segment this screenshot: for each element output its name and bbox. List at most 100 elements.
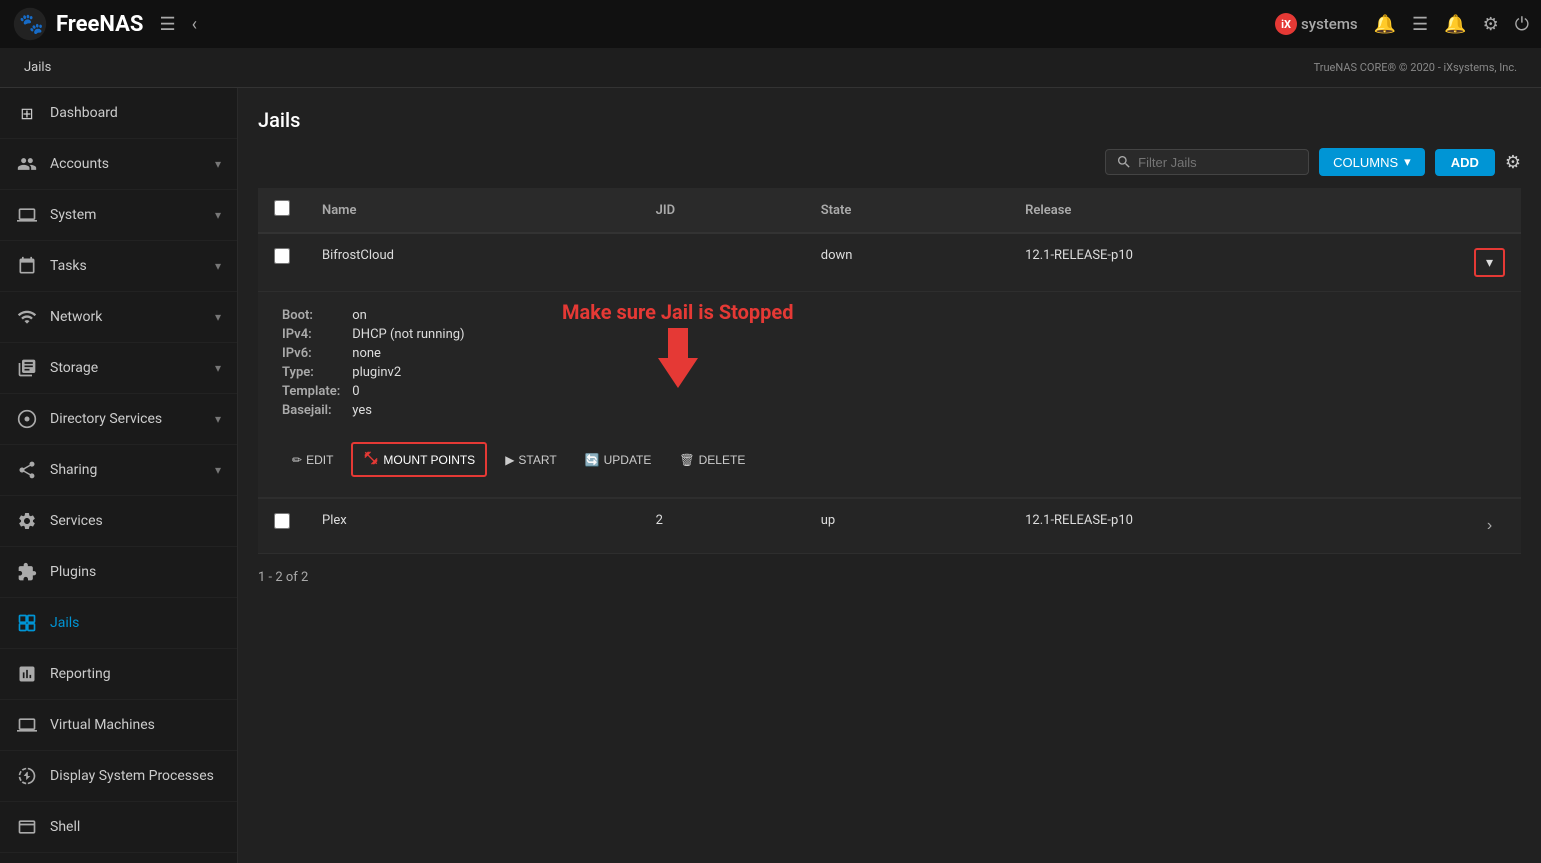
update-button[interactable]: 🔄 UPDATE <box>575 447 662 473</box>
row1-expand-button[interactable]: ▾ <box>1474 248 1505 277</box>
sidebar-label-directory-services: Directory Services <box>50 411 203 427</box>
ix-logo-circle: iX <box>1275 13 1297 35</box>
settings-icon[interactable]: ⚙ <box>1483 14 1499 35</box>
sidebar-item-directory-services[interactable]: Directory Services ▾ <box>0 394 237 445</box>
ipv4-label: IPv4: <box>282 327 340 342</box>
update-icon: 🔄 <box>585 453 600 467</box>
services-icon <box>16 510 38 532</box>
row2-release: 12.1-RELEASE-p10 <box>1009 499 1458 554</box>
edit-label: EDIT <box>306 453 333 467</box>
system-arrow: ▾ <box>215 208 221 222</box>
start-label: START <box>518 453 556 467</box>
top-navigation: 🐾 FreeNAS ☰ ‹ iX systems 🔔 ☰ 🔔 ⚙ ⏻ <box>0 0 1541 48</box>
reporting-icon <box>16 663 38 685</box>
sidebar-item-network[interactable]: Network ▾ <box>0 292 237 343</box>
basejail-value: yes <box>352 403 1497 418</box>
add-button[interactable]: ADD <box>1435 149 1495 176</box>
search-input[interactable] <box>1138 155 1298 170</box>
action-row: ✏ EDIT MOUNT POINTS <box>282 434 1497 481</box>
sidebar-item-shell[interactable]: Shell <box>0 802 237 853</box>
header-jid: JID <box>640 188 805 233</box>
search-box <box>1105 149 1309 175</box>
tasks-arrow: ▾ <box>215 259 221 273</box>
copyright: TrueNAS CORE® © 2020 - iXsystems, Inc. <box>1314 61 1517 74</box>
start-icon: ▶ <box>505 453 514 467</box>
sidebar-item-storage[interactable]: Storage ▾ <box>0 343 237 394</box>
mount-points-button[interactable]: MOUNT POINTS <box>351 442 487 477</box>
table-row: BifrostCloud down 12.1-RELEASE-p10 ▾ <box>258 233 1521 292</box>
sidebar-label-virtual-machines: Virtual Machines <box>50 717 221 733</box>
toolbar-right: COLUMNS ▾ ADD ⚙ <box>1105 148 1521 176</box>
boot-value: on <box>352 308 1497 323</box>
storage-icon <box>16 357 38 379</box>
dashboard-icon: ⊞ <box>16 102 38 124</box>
task-manager-icon[interactable]: ☰ <box>1412 14 1428 35</box>
sidebar-item-tasks[interactable]: Tasks ▾ <box>0 241 237 292</box>
jails-icon <box>16 612 38 634</box>
template-value: 0 <box>352 384 1497 399</box>
sidebar-item-services[interactable]: Services <box>0 496 237 547</box>
header-state: State <box>805 188 1009 233</box>
alert-icon[interactable]: 🔔 <box>1374 14 1396 35</box>
power-icon[interactable]: ⏻ <box>1515 14 1529 35</box>
sidebar-item-guide[interactable]: Guide <box>0 853 237 863</box>
mount-points-icon <box>363 450 379 469</box>
search-icon <box>1116 154 1132 170</box>
sidebar-item-display-system-processes[interactable]: Display System Processes <box>0 751 237 802</box>
edit-button[interactable]: ✏ EDIT <box>282 447 343 473</box>
sidebar-label-plugins: Plugins <box>50 564 221 580</box>
mount-points-label: MOUNT POINTS <box>383 453 475 467</box>
columns-button[interactable]: COLUMNS ▾ <box>1319 148 1425 176</box>
main-layout: ⊞ Dashboard Accounts ▾ System ▾ Tasks ▾ <box>0 88 1541 863</box>
annotation-area: Boot: on IPv4: DHCP (not running) IPv6: … <box>282 308 1497 418</box>
sidebar-item-virtual-machines[interactable]: Virtual Machines <box>0 700 237 751</box>
row2-checkbox-cell <box>258 499 306 554</box>
row2-expand-button[interactable]: › <box>1479 513 1500 539</box>
table-row: Plex 2 up 12.1-RELEASE-p10 › <box>258 499 1521 554</box>
row1-checkbox-cell <box>258 233 306 292</box>
header-name: Name <box>306 188 640 233</box>
start-button[interactable]: ▶ START <box>495 447 566 473</box>
delete-icon: 🗑 <box>679 453 694 467</box>
sidebar-item-sharing[interactable]: Sharing ▾ <box>0 445 237 496</box>
toolbar: COLUMNS ▾ ADD ⚙ <box>258 148 1521 176</box>
sidebar-label-network: Network <box>50 309 203 325</box>
detail-grid: Boot: on IPv4: DHCP (not running) IPv6: … <box>282 308 1497 418</box>
table-settings-icon[interactable]: ⚙ <box>1505 152 1521 173</box>
sidebar-item-accounts[interactable]: Accounts ▾ <box>0 139 237 190</box>
sidebar-item-system[interactable]: System ▾ <box>0 190 237 241</box>
sidebar-label-services: Services <box>50 513 221 529</box>
sidebar-item-dashboard[interactable]: ⊞ Dashboard <box>0 88 237 139</box>
select-all-checkbox[interactable] <box>274 200 290 216</box>
logo-icon: 🐾 <box>12 6 48 42</box>
row2-checkbox[interactable] <box>274 513 290 529</box>
display-system-processes-icon <box>16 765 38 787</box>
columns-dropdown-icon: ▾ <box>1404 154 1411 170</box>
ipv4-value: DHCP (not running) <box>352 327 1497 342</box>
sharing-arrow: ▾ <box>215 463 221 477</box>
sidebar-label-tasks: Tasks <box>50 258 203 274</box>
sidebar-item-jails[interactable]: Jails <box>0 598 237 649</box>
page-title: Jails <box>258 108 1521 132</box>
sidebar-item-plugins[interactable]: Plugins <box>0 547 237 598</box>
nav-right: iX systems 🔔 ☰ 🔔 ⚙ ⏻ <box>1275 13 1529 35</box>
system-icon <box>16 204 38 226</box>
notifications-icon[interactable]: 🔔 <box>1444 14 1466 35</box>
jails-table: Name JID State Release BifrostCloud down <box>258 188 1521 554</box>
network-arrow: ▾ <box>215 310 221 324</box>
directory-services-icon <box>16 408 38 430</box>
tasks-icon <box>16 255 38 277</box>
back-icon[interactable]: ‹ <box>192 14 197 35</box>
sidebar-item-label: Dashboard <box>50 105 221 121</box>
row2-jid: 2 <box>640 499 805 554</box>
shell-icon <box>16 816 38 838</box>
header-release: Release <box>1009 188 1458 233</box>
row1-checkbox[interactable] <box>274 248 290 264</box>
breadcrumb: Jails <box>24 60 51 75</box>
sidebar-item-reporting[interactable]: Reporting <box>0 649 237 700</box>
delete-button[interactable]: 🗑 DELETE <box>669 447 755 473</box>
sidebar-label-sharing: Sharing <box>50 462 203 478</box>
header-row: Name JID State Release <box>258 188 1521 233</box>
row2-expand-cell: › <box>1458 499 1521 554</box>
menu-icon[interactable]: ☰ <box>159 14 175 35</box>
